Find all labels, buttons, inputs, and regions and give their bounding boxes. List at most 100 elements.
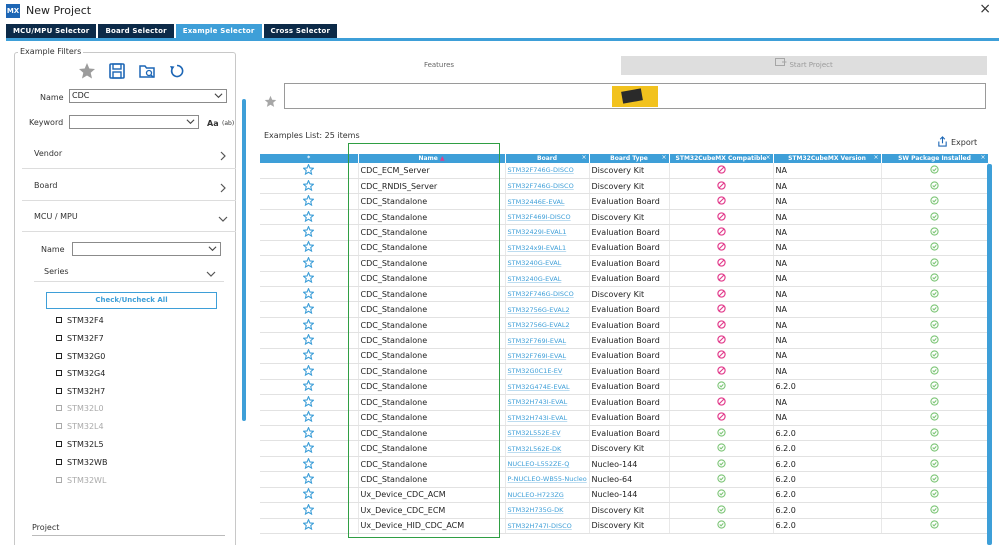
table-row[interactable]: CDC_Standalone STM32H743I-EVAL Evaluation …	[260, 394, 989, 411]
series-checkbox-stm32f7[interactable]: STM32F7	[56, 332, 104, 344]
filter-panel-scrollbar[interactable]	[242, 99, 246, 421]
series-section[interactable]: Series	[34, 257, 224, 282]
name-filter-input[interactable]: CDC	[69, 89, 227, 103]
row-board-link[interactable]: STM32L562E-DK	[505, 440, 590, 457]
table-row[interactable]: CDC_Standalone STM32446E-EVAL Evaluation B…	[260, 193, 989, 210]
row-favorite-star-icon[interactable]	[260, 410, 359, 426]
table-row[interactable]: CDC_Standalone STM32F746G-DISCO Discovery …	[260, 286, 989, 303]
row-favorite-star-icon[interactable]	[260, 379, 359, 396]
series-checkbox-stm32g0[interactable]: STM32G0	[56, 350, 105, 362]
row-board-link[interactable]: P-NUCLEO-WB55-Nucleo	[505, 471, 590, 488]
row-board-link[interactable]: STM32F769I-EVAL	[505, 348, 590, 365]
row-favorite-star-icon[interactable]	[260, 332, 359, 349]
row-favorite-star-icon[interactable]	[260, 471, 359, 488]
series-checkbox-stm32g4[interactable]: STM32G4	[56, 367, 105, 379]
row-favorite-star-icon[interactable]	[260, 193, 359, 210]
row-board-link[interactable]: NUCLEO-L552ZE-Q	[505, 456, 590, 473]
row-board-link[interactable]: STM32F769I-EVAL	[505, 332, 590, 349]
table-row[interactable]: CDC_Standalone STM32L552E-EV Evaluation Bo…	[260, 425, 989, 442]
series-checkbox-stm32f4[interactable]: STM32F4	[56, 314, 104, 326]
row-favorite-star-icon[interactable]	[260, 271, 359, 288]
row-board-link[interactable]: NUCLEO-H723ZG	[505, 487, 590, 504]
table-row[interactable]: CDC_Standalone STM32F469I-DISCO Discovery …	[260, 209, 989, 226]
row-board-link[interactable]: STM32F746G-DISCO	[505, 163, 590, 179]
check-uncheck-all-button[interactable]: Check/Uncheck All	[46, 292, 217, 309]
row-favorite-star-icon[interactable]	[260, 394, 359, 411]
mcu-name-input[interactable]	[72, 242, 221, 256]
row-board-link[interactable]: STM324x9I-EVAL1	[505, 240, 590, 257]
col-header-favorite[interactable]: *	[260, 154, 359, 163]
row-favorite-star-icon[interactable]	[260, 178, 359, 195]
row-board-link[interactable]: STM32H735G-DK	[505, 502, 590, 519]
row-favorite-star-icon[interactable]	[260, 301, 359, 318]
table-scrollbar[interactable]	[987, 164, 992, 545]
row-favorite-star-icon[interactable]	[260, 487, 359, 504]
row-board-link[interactable]: STM32F746G-DISCO	[505, 178, 590, 195]
table-row[interactable]: CDC_RNDIS_Server STM32F746G-DISCO Discover…	[260, 178, 989, 195]
row-board-link[interactable]: STM32H743I-EVAL	[505, 394, 590, 411]
table-row[interactable]: Ux_Device_CDC_ECM STM32H735G-DK Discovery …	[260, 502, 989, 519]
tab-example-selector[interactable]: Example Selector	[175, 24, 262, 38]
table-row[interactable]: CDC_Standalone P-NUCLEO-WB55-Nucleo Nucleo…	[260, 471, 989, 488]
row-board-link[interactable]: STM3240G-EVAL	[505, 271, 590, 288]
row-favorite-star-icon[interactable]	[260, 502, 359, 519]
table-row[interactable]: CDC_Standalone NUCLEO-L552ZE-Q Nucleo-144 6…	[260, 456, 989, 473]
tab-board-selector[interactable]: Board Selector	[98, 24, 174, 38]
col-header-sw-package[interactable]: SW Package Installed ×	[881, 154, 989, 163]
table-row[interactable]: CDC_Standalone STM32756G-EVAL2 Evaluation …	[260, 317, 989, 334]
project-section-label[interactable]: Project	[32, 523, 59, 532]
table-row[interactable]: CDC_Standalone STM3240G-EVAL Evaluation Bo…	[260, 271, 989, 288]
vendor-section[interactable]: Vendor	[22, 139, 236, 169]
table-row[interactable]: Ux_Device_CDC_ACM NUCLEO-H723ZG Nucleo-144…	[260, 487, 989, 504]
row-favorite-star-icon[interactable]	[260, 224, 359, 241]
series-checkbox-stm32h7[interactable]: STM32H7	[56, 385, 105, 397]
col-header-compatible[interactable]: STM32CubeMX Compatible ×	[669, 154, 774, 163]
tab-mcu-mpu-selector[interactable]: MCU/MPU Selector	[6, 24, 97, 38]
keyword-filter-input[interactable]	[69, 115, 199, 129]
row-board-link[interactable]: STM32429I-EVAL1	[505, 224, 590, 241]
table-row[interactable]: CDC_Standalone STM324x9I-EVAL1 Evaluation …	[260, 240, 989, 257]
row-board-link[interactable]: STM32L552E-EV	[505, 425, 590, 442]
table-row[interactable]: Ux_Device_HID_CDC_ACM STM32H747I-DISCO Dis…	[260, 518, 989, 535]
row-board-link[interactable]: STM32756G-EVAL2	[505, 301, 590, 318]
row-board-link[interactable]: STM32446E-EVAL	[505, 193, 590, 210]
row-favorite-star-icon[interactable]	[260, 456, 359, 473]
start-project-button[interactable]: Start Project	[621, 56, 987, 75]
table-row[interactable]: CDC_Standalone STM32L562E-DK Discovery Kit…	[260, 440, 989, 457]
row-board-link[interactable]: STM32F746G-DISCO	[505, 286, 590, 303]
table-row[interactable]: CDC_Standalone STM32H743I-EVAL Evaluation …	[260, 410, 989, 426]
table-row[interactable]: CDC_Standalone STM32F769I-EVAL Evaluation …	[260, 332, 989, 349]
col-header-board[interactable]: Board ×	[505, 154, 590, 163]
row-favorite-star-icon[interactable]	[260, 518, 359, 535]
table-row[interactable]: CDC_Standalone STM32F769I-EVAL Evaluation …	[260, 348, 989, 365]
export-button[interactable]: Export	[937, 136, 977, 149]
row-favorite-star-icon[interactable]	[260, 163, 359, 179]
table-row[interactable]: CDC_ECM_Server STM32F746G-DISCO Discovery …	[260, 163, 989, 179]
favorite-star-icon[interactable]	[78, 62, 96, 80]
tab-cross-selector[interactable]: Cross Selector	[263, 24, 338, 38]
features-favorite-star-icon[interactable]	[264, 93, 277, 112]
table-row[interactable]: CDC_Standalone STM32429I-EVAL1 Evaluation …	[260, 224, 989, 241]
table-row[interactable]: CDC_Standalone STM32756G-EVAL2 Evaluation …	[260, 301, 989, 318]
regex-toggle[interactable]: (ab)	[222, 120, 234, 127]
row-favorite-star-icon[interactable]	[260, 363, 359, 380]
board-section[interactable]: Board	[22, 171, 236, 201]
series-checkbox-stm32wb[interactable]: STM32WB	[56, 456, 107, 468]
load-filter-icon[interactable]	[138, 62, 156, 80]
save-filter-icon[interactable]	[108, 62, 126, 80]
row-favorite-star-icon[interactable]	[260, 209, 359, 226]
row-favorite-star-icon[interactable]	[260, 255, 359, 272]
close-window-button[interactable]: ×	[979, 1, 991, 17]
row-favorite-star-icon[interactable]	[260, 440, 359, 457]
table-row[interactable]: CDC_Standalone STM32G0C1E-EV Evaluation Bo…	[260, 363, 989, 380]
row-favorite-star-icon[interactable]	[260, 286, 359, 303]
row-favorite-star-icon[interactable]	[260, 425, 359, 442]
row-board-link[interactable]: STM32H747I-DISCO	[505, 518, 590, 535]
table-row[interactable]: CDC_Standalone STM3240G-EVAL Evaluation Bo…	[260, 255, 989, 272]
row-favorite-star-icon[interactable]	[260, 348, 359, 365]
row-board-link[interactable]: STM32H743I-EVAL	[505, 410, 590, 426]
series-checkbox-stm32l5[interactable]: STM32L5	[56, 438, 104, 450]
col-header-name[interactable]: Name ▲	[358, 154, 506, 163]
table-row[interactable]: CDC_Standalone STM32G474E-EVAL Evaluation …	[260, 379, 989, 396]
row-board-link[interactable]: STM3240G-EVAL	[505, 255, 590, 272]
